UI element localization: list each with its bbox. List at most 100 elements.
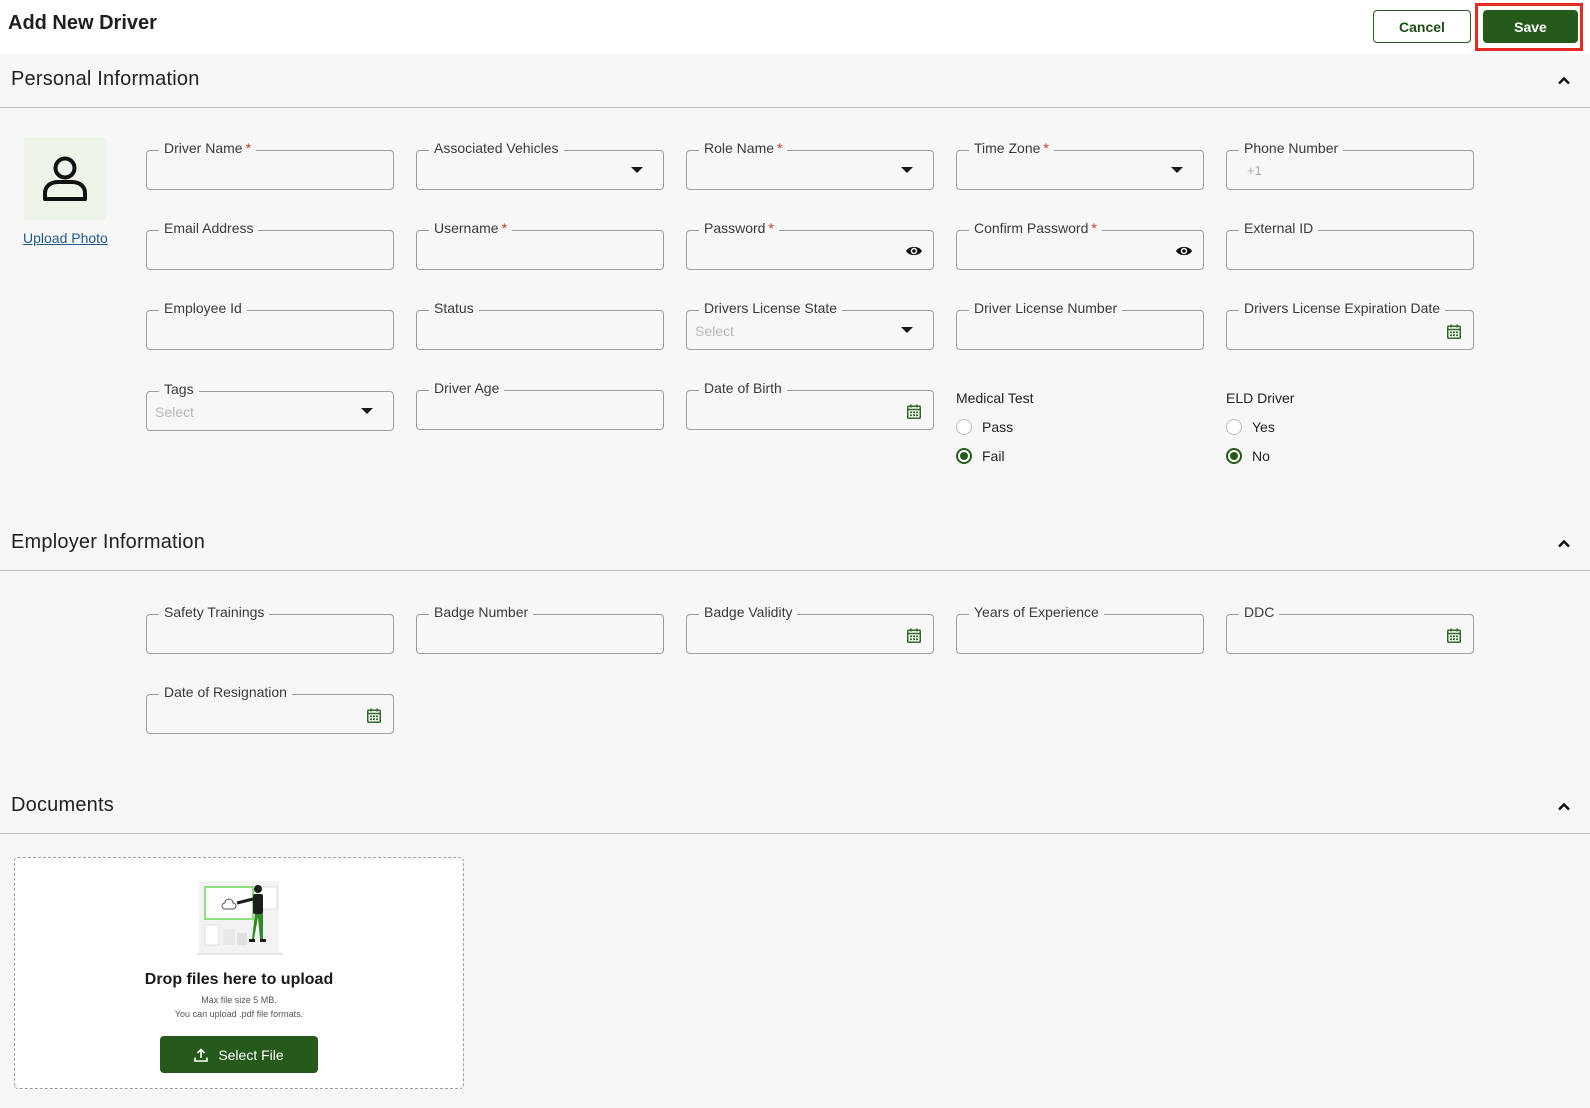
driver-license-number-label: Driver License Number (969, 300, 1123, 316)
chevron-up-icon[interactable] (1556, 799, 1572, 815)
drivers-license-state-dropdown[interactable]: Drivers License State (686, 300, 934, 350)
external-id-field[interactable]: External ID (1226, 220, 1474, 270)
driver-age-input[interactable] (425, 400, 625, 422)
role-name-label: Role Name * (699, 140, 788, 156)
role-name-dropdown[interactable]: Role Name * (686, 140, 934, 190)
date-of-birth-field[interactable]: Date of Birth (686, 380, 934, 430)
email-address-field[interactable]: Email Address (146, 220, 394, 270)
chevron-up-icon[interactable] (1556, 536, 1572, 552)
drop-title: Drop files here to upload (144, 971, 334, 988)
badge-validity-input[interactable] (695, 624, 895, 646)
driver-name-input[interactable] (155, 160, 355, 182)
date-of-birth-input[interactable] (695, 400, 895, 422)
dropdown-arrow-icon[interactable] (1171, 167, 1183, 173)
phone-number-input[interactable] (1277, 160, 1457, 182)
phone-number-field[interactable]: Phone Number +1 (1226, 140, 1474, 190)
password-input[interactable] (695, 240, 895, 262)
ddc-label: DDC (1239, 604, 1280, 620)
select-file-button[interactable]: Select File (160, 1036, 318, 1073)
radio-button-pass[interactable] (956, 418, 972, 435)
country-code: +1 (1247, 163, 1262, 178)
driver-license-number-field[interactable]: Driver License Number (956, 300, 1204, 350)
drivers-license-expiration-field[interactable]: Drivers License Expiration Date (1226, 300, 1474, 350)
associated-vehicles-dropdown[interactable]: Associated Vehicles (416, 140, 664, 190)
date-of-resignation-field[interactable]: Date of Resignation (146, 684, 394, 734)
ddc-field[interactable]: DDC (1226, 604, 1474, 654)
top-bar: Add New Driver Cancel Save (0, 0, 1590, 54)
status-label: Status (429, 300, 479, 316)
medical-test-pass-option[interactable]: Pass (956, 412, 1034, 441)
drivers-license-expiration-input[interactable] (1235, 320, 1435, 342)
confirm-password-field[interactable]: Confirm Password * (956, 220, 1204, 270)
driver-name-field[interactable]: Driver Name * (146, 140, 394, 190)
employee-id-label: Employee Id (159, 300, 247, 316)
radio-button-fail[interactable] (956, 447, 972, 464)
status-input[interactable] (425, 320, 625, 342)
years-of-experience-input[interactable] (965, 624, 1165, 646)
dropdown-arrow-icon[interactable] (631, 167, 643, 173)
employee-id-input[interactable] (155, 320, 355, 342)
username-input[interactable] (425, 240, 625, 262)
drivers-license-expiration-label: Drivers License Expiration Date (1239, 300, 1446, 316)
associated-vehicles-label: Associated Vehicles (429, 140, 564, 156)
eye-icon[interactable] (905, 242, 923, 260)
external-id-input[interactable] (1235, 240, 1435, 262)
file-formats-text: You can upload .pdf file formats. (174, 1009, 304, 1019)
eld-driver-title: ELD Driver (1226, 390, 1295, 406)
username-field[interactable]: Username * (416, 220, 664, 270)
drivers-license-state-input[interactable] (695, 320, 895, 342)
personal-section-header[interactable]: Personal Information (0, 54, 1590, 108)
email-address-label: Email Address (159, 220, 259, 236)
cancel-button[interactable]: Cancel (1373, 10, 1471, 43)
radio-label-fail: Fail (982, 447, 1005, 464)
password-label: Password * (699, 220, 779, 236)
time-zone-dropdown[interactable]: Time Zone * (956, 140, 1204, 190)
upload-photo-link[interactable]: Upload Photo (23, 230, 108, 246)
radio-button-no[interactable] (1226, 447, 1242, 464)
date-of-resignation-input[interactable] (155, 704, 355, 726)
radio-label-pass: Pass (982, 418, 1014, 435)
tags-dropdown[interactable]: Tags (146, 381, 394, 431)
eld-driver-yes-option[interactable]: Yes (1226, 412, 1294, 441)
chevron-up-icon[interactable] (1556, 73, 1572, 89)
calendar-icon[interactable] (905, 626, 923, 644)
drivers-license-state-label: Drivers License State (699, 300, 843, 316)
dropdown-arrow-icon[interactable] (901, 167, 913, 173)
save-button[interactable]: Save (1483, 10, 1578, 43)
eye-icon[interactable] (1175, 242, 1193, 260)
file-dropzone[interactable]: Drop files here to upload Max file size … (14, 857, 464, 1089)
dropdown-arrow-icon[interactable] (361, 408, 373, 414)
safety-trainings-input[interactable] (155, 624, 355, 646)
ddc-input[interactable] (1235, 624, 1435, 646)
years-of-experience-field[interactable]: Years of Experience (956, 604, 1204, 654)
status-field[interactable]: Status (416, 300, 664, 350)
radio-button-yes[interactable] (1226, 418, 1242, 435)
medical-test-fail-option[interactable]: Fail (956, 441, 1034, 470)
calendar-icon[interactable] (1445, 626, 1463, 644)
eld-driver-no-option[interactable]: No (1226, 441, 1294, 470)
calendar-icon[interactable] (905, 402, 923, 420)
employer-section-header[interactable]: Employer Information (0, 517, 1590, 571)
date-of-resignation-label: Date of Resignation (159, 684, 292, 700)
safety-trainings-field[interactable]: Safety Trainings (146, 604, 394, 654)
email-address-input[interactable] (155, 240, 355, 262)
confirm-password-input[interactable] (965, 240, 1165, 262)
documents-section-header[interactable]: Documents (0, 780, 1590, 834)
badge-validity-field[interactable]: Badge Validity (686, 604, 934, 654)
employee-id-field[interactable]: Employee Id (146, 300, 394, 350)
dropdown-arrow-icon[interactable] (901, 327, 913, 333)
password-field[interactable]: Password * (686, 220, 934, 270)
calendar-icon[interactable] (365, 706, 383, 724)
driver-license-number-input[interactable] (965, 320, 1165, 342)
tags-input[interactable] (155, 401, 355, 423)
radio-label-yes: Yes (1252, 418, 1275, 435)
person-icon (43, 156, 87, 201)
date-of-birth-label: Date of Birth (699, 380, 787, 396)
calendar-icon[interactable] (1445, 322, 1463, 340)
medical-test-title: Medical Test (956, 390, 1034, 406)
badge-number-field[interactable]: Badge Number (416, 604, 664, 654)
avatar (24, 138, 106, 220)
badge-number-input[interactable] (425, 624, 625, 646)
driver-age-field[interactable]: Driver Age (416, 380, 664, 430)
tags-label: Tags (159, 381, 199, 397)
